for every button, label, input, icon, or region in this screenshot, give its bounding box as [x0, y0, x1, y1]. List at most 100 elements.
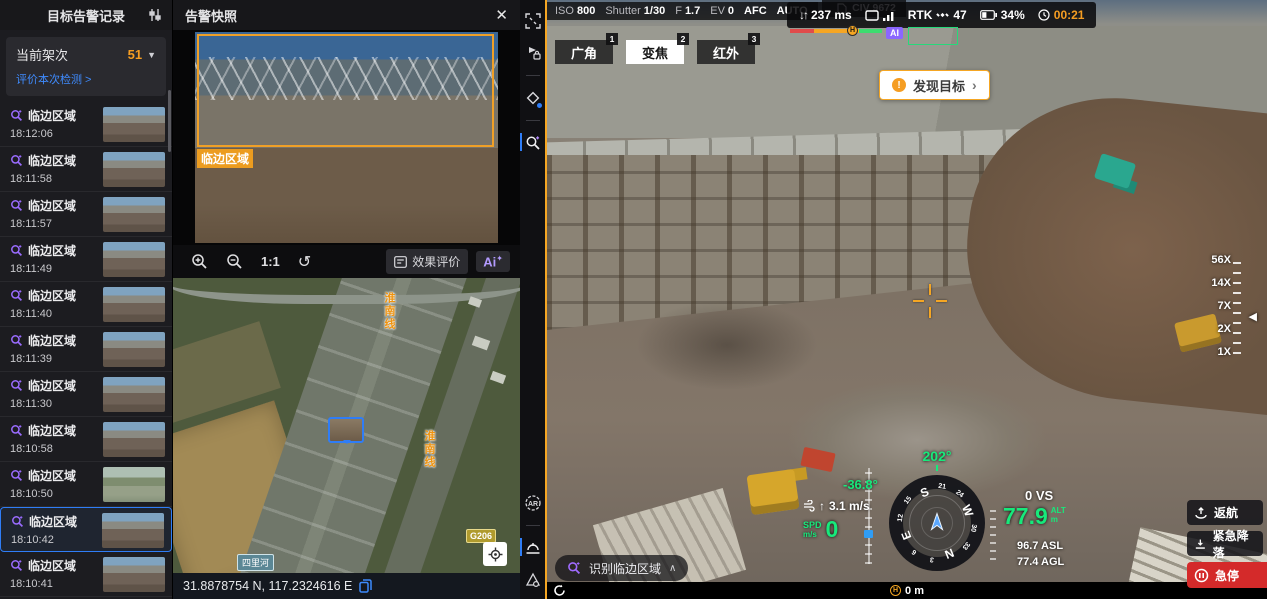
- detection-bbox: [197, 34, 494, 147]
- compass-tick-label: S: [918, 484, 931, 500]
- compass-tick-label: 21: [938, 483, 947, 491]
- snapshot-image[interactable]: 临边区域: [195, 32, 498, 243]
- speed-readout: SPDm/s 0: [803, 516, 838, 543]
- toolbar-divider: [526, 525, 540, 526]
- alarm-item-label: 临边区域: [28, 152, 76, 169]
- alarm-list-item[interactable]: 临边区域 18:11:39: [0, 327, 172, 372]
- sortie-value[interactable]: 51: [128, 47, 142, 62]
- zoom-out-icon[interactable]: [226, 253, 243, 270]
- compass-tick-label: 24: [954, 489, 964, 499]
- zoom-scale[interactable]: 56X 14X 7X 2X 1X ◀: [1201, 254, 1257, 358]
- compass-tick-label: 3: [929, 555, 934, 562]
- alarm-list-item[interactable]: 临边区域 18:11:57: [0, 192, 172, 237]
- waypoint-flag-icon[interactable]: [520, 40, 545, 66]
- map-road-label: 淮南线: [381, 292, 397, 331]
- gimbal-crosshair: [913, 284, 947, 318]
- alarm-item-thumbnail[interactable]: [103, 242, 165, 277]
- landing-site-icon[interactable]: [520, 535, 545, 561]
- alarm-list: 临边区域 18:12:06 临边区域 18:11:58 临边区域: [0, 102, 172, 599]
- alarm-list-item[interactable]: 临边区域 18:12:06: [0, 102, 172, 147]
- recognition-task-pill[interactable]: 识别临边区域 ∧: [555, 555, 688, 581]
- home-distance: H 0 m: [890, 585, 924, 597]
- emergency-land-button[interactable]: 紧急降落: [1187, 531, 1263, 556]
- alarm-item-thumbnail[interactable]: [103, 287, 165, 322]
- gimbal-pitch-value: -36.8°: [843, 477, 878, 492]
- zoom-in-icon[interactable]: [191, 253, 208, 270]
- alarm-item-thumbnail[interactable]: [103, 377, 165, 412]
- ai-magnifier-icon: [10, 559, 23, 572]
- monitor-icon: [865, 10, 879, 21]
- locate-me-button[interactable]: [483, 542, 507, 566]
- compass-tick-label: N: [943, 545, 956, 561]
- tab-infrared[interactable]: 红外3: [697, 40, 755, 64]
- ai-enhance-button[interactable]: Ai✦: [476, 251, 510, 272]
- drone-ops-app: 目标告警记录 当前架次 51 ▼ 评价本次检测 > 临边区域 18:12:06: [0, 0, 1267, 599]
- alarm-item-label: 临边区域: [28, 467, 76, 484]
- ai-recognition-icon[interactable]: [520, 130, 545, 156]
- alarm-list-item[interactable]: 临边区域 18:10:41: [0, 552, 172, 597]
- chevron-up-icon: ∧: [669, 563, 676, 574]
- close-icon[interactable]: ✕: [495, 8, 508, 23]
- notification-dot: [537, 103, 542, 108]
- compass-right-gauge: [990, 505, 996, 560]
- sidebar-header: 目标告警记录: [0, 0, 172, 30]
- target-found-button[interactable]: ! 发现目标 ›: [879, 70, 990, 100]
- tab-wide-angle[interactable]: 广角1: [555, 40, 613, 64]
- rotate-icon[interactable]: ↺: [298, 252, 311, 272]
- alarm-item-thumbnail[interactable]: [103, 197, 165, 232]
- alarm-list-item[interactable]: 临边区域 18:10:58: [0, 417, 172, 462]
- mini-map[interactable]: 淮南线 淮南线 四里河 G206: [173, 278, 520, 573]
- land-arrow-icon: [1194, 537, 1207, 551]
- flight-timer: 00:21: [1038, 8, 1085, 22]
- coordinates-text: 31.8878754 N, 117.2324616 E: [183, 579, 352, 593]
- ai-magnifier-icon: [10, 109, 23, 122]
- zoom-ratio-button[interactable]: 1:1: [261, 254, 280, 269]
- copy-icon[interactable]: [359, 579, 372, 593]
- pause-circle-icon: [1194, 568, 1209, 583]
- alarm-list-item[interactable]: 临边区域 18:11:58: [0, 147, 172, 192]
- ai-detection-badge: AI: [886, 27, 903, 39]
- gimbal-pitch-handle[interactable]: [864, 530, 873, 538]
- attitude-indicator-icon[interactable]: [520, 567, 545, 593]
- alarm-item-thumbnail[interactable]: [103, 557, 165, 592]
- tab-zoom[interactable]: 变焦2: [626, 40, 684, 64]
- agl-value: 77.4 AGL: [1017, 556, 1064, 568]
- compass-tick-label: 12: [897, 514, 905, 523]
- alarm-item-thumbnail[interactable]: [103, 467, 165, 502]
- swap-view-icon[interactable]: [520, 8, 545, 34]
- alarm-item-thumbnail[interactable]: [103, 152, 165, 187]
- alarm-item-thumbnail[interactable]: [102, 513, 164, 548]
- main-video-feed[interactable]: ISO800 Shutter1/30 F1.7 EV0 AFC AUTO CIV…: [545, 0, 1267, 599]
- return-home-button[interactable]: 返航: [1187, 500, 1263, 525]
- evaluate-detection-link[interactable]: 评价本次检测 >: [16, 71, 156, 87]
- alarm-list-item[interactable]: 临边区域 18:11:30: [0, 372, 172, 417]
- wind-icon: [803, 500, 815, 512]
- wind-direction-arrow: ↑: [819, 499, 825, 513]
- alarm-list-item[interactable]: 临边区域 18:11:49: [0, 237, 172, 282]
- ar-overlay-icon[interactable]: AR: [520, 490, 545, 516]
- pin-point-icon[interactable]: [520, 85, 545, 111]
- alarm-item-thumbnail[interactable]: [103, 332, 165, 367]
- clock-icon: [1038, 9, 1050, 21]
- effect-evaluate-button[interactable]: 效果评价: [386, 249, 468, 274]
- compass-tick-label: 6: [911, 548, 918, 556]
- alarm-item-thumbnail[interactable]: [103, 107, 165, 142]
- focus-mode: AFC: [744, 5, 767, 17]
- alarm-item-thumbnail[interactable]: [103, 422, 165, 457]
- refresh-icon[interactable]: [553, 584, 566, 597]
- alarm-item-label: 临边区域: [28, 377, 76, 394]
- alarm-list-item[interactable]: 临边区域 18:10:50: [0, 462, 172, 507]
- chevron-down-icon[interactable]: ▼: [147, 50, 156, 60]
- filter-icon[interactable]: [147, 7, 163, 23]
- sidebar-scrollbar[interactable]: [168, 90, 171, 152]
- alarm-list-item[interactable]: 临边区域 18:11:40: [0, 282, 172, 327]
- emergency-stop-button[interactable]: 急停: [1187, 562, 1267, 588]
- map-photo-marker[interactable]: [328, 417, 364, 443]
- alarm-list-item[interactable]: 临边区域 18:10:42: [0, 507, 172, 552]
- compass-tick-label: 33: [961, 540, 971, 550]
- alarm-item-label: 临边区域: [28, 107, 76, 124]
- heading-value: 202°: [909, 448, 965, 464]
- alarm-item-label: 临边区域: [28, 422, 76, 439]
- map-road-label: 淮南线: [421, 430, 437, 469]
- alarm-item-label: 临边区域: [28, 332, 76, 349]
